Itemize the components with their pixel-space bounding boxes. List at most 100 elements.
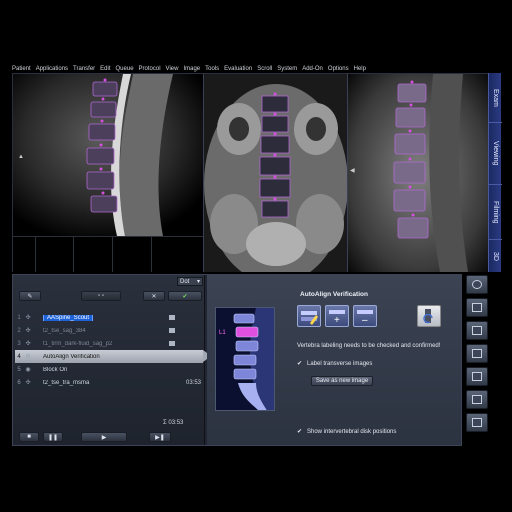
status-icon — [169, 328, 175, 333]
panel-title: AutoAlign Verification — [300, 291, 368, 298]
menu-item-queue[interactable]: Queue — [116, 66, 134, 72]
protocol-step[interactable]: 5 ◉ Block On — [15, 363, 203, 376]
total-time: Σ 03:53 — [163, 420, 184, 426]
skip-button[interactable]: ▶❚ — [149, 432, 171, 442]
copy-buttons[interactable]: ▫ ▫ — [81, 291, 121, 301]
block-icon: ◉ — [25, 367, 31, 373]
autoalign-icon: ⚙ — [25, 354, 31, 360]
add-vertebra-tool[interactable]: + — [325, 305, 349, 327]
scan-icon: ✣ — [25, 341, 31, 347]
pencil-icon: ✎ — [27, 293, 33, 300]
menu-item-protocol[interactable]: Protocol — [139, 66, 161, 72]
step-label: AutoAlign Verification — [43, 353, 100, 360]
tab-exam[interactable]: Exam — [489, 73, 502, 123]
step-label: t2_tse_tra_msma — [43, 379, 90, 386]
autoalign-verification-panel: AutoAlign Verification L1 + – Vertebra l… — [207, 275, 461, 445]
pause-icon: ❚❚ — [47, 434, 59, 441]
chevron-down-icon: ▾ — [196, 279, 200, 285]
edit-label-tool[interactable] — [297, 305, 321, 327]
play-icon: ▶ — [101, 434, 107, 441]
tab-viewing[interactable]: Viewing — [489, 123, 502, 185]
step-number: 1 — [17, 314, 21, 321]
protocol-step[interactable]: 3 ✣ t1_tirm_dark-fluid_sag_p2 — [15, 337, 203, 350]
menu-item-scroll[interactable]: Scroll — [257, 66, 272, 72]
menu-item-add-on[interactable]: Add-On — [302, 66, 323, 72]
tab-filming[interactable]: Filming — [489, 185, 502, 240]
step-label: t1_tirm_dark-fluid_sag_p2 — [43, 340, 113, 347]
svg-text:◀: ◀ — [350, 168, 355, 174]
step-number: 2 — [17, 327, 21, 334]
label-transverse-checkbox[interactable]: ✔ — [297, 361, 303, 367]
scan-icon: ✣ — [25, 380, 31, 386]
menu-item-applications[interactable]: Applications — [36, 66, 68, 72]
checkmark-icon: ✔ — [182, 293, 188, 300]
menu-item-options[interactable]: Options — [328, 66, 349, 72]
step-label: AASpine_Scout — [43, 314, 169, 321]
image-viewer-area: ▲ ◀ — [12, 73, 489, 272]
minus-icon: – — [362, 315, 368, 326]
viewport-sagittal-t1[interactable]: ◀ — [348, 74, 489, 272]
patient-browser-icon[interactable] — [466, 275, 488, 294]
program-queue-panel: Dot ▾ ✎ ▫ ▫ ✕ ✔ 1 ✣ AASpine_Scout 2 ✣ t2_tse_s… — [13, 275, 211, 445]
graphics-icon[interactable] — [466, 344, 488, 363]
undo-tool[interactable] — [417, 305, 441, 327]
copy-icon: ▫ ▫ — [98, 293, 104, 299]
step-number: 5 — [17, 366, 21, 373]
layout-icon[interactable] — [466, 390, 488, 409]
task-card-tabs: Exam Viewing Filming 3D — [488, 73, 502, 272]
step-label: t2_tse_sag_384 — [43, 327, 86, 334]
protocol-step[interactable]: 4 ⚙ AutoAlign Verification — [15, 350, 211, 363]
protocol-step[interactable]: 1 ✣ AASpine_Scout — [15, 311, 203, 324]
l1-label: L1 — [219, 330, 226, 336]
scan-icon: ✣ — [25, 328, 31, 334]
protocol-step[interactable]: 6 ✣ t2_tse_tra_msma 03:53 — [15, 376, 203, 389]
filming-icon[interactable] — [466, 321, 488, 340]
step-number: 3 — [17, 340, 21, 347]
remove-vertebra-tool[interactable]: – — [353, 305, 377, 327]
step-label: Block On — [43, 366, 68, 373]
save-as-new-image-button[interactable]: Save as new image — [311, 376, 373, 386]
menu-item-system[interactable]: System — [277, 66, 297, 72]
skip-icon: ▶❚ — [155, 434, 165, 441]
plus-icon: + — [334, 315, 340, 326]
svg-text:▲: ▲ — [18, 154, 24, 160]
label-transverse-text: Label transverse images — [307, 361, 373, 367]
menu-item-image[interactable]: Image — [183, 66, 200, 72]
dot-mode-select[interactable]: Dot ▾ — [177, 277, 203, 286]
menu-bar: Patient Applications Transfer Edit Queue Prot… — [12, 64, 500, 73]
step-number: 4 — [17, 353, 21, 360]
menu-item-transfer[interactable]: Transfer — [73, 66, 95, 72]
menu-item-help[interactable]: Help — [354, 66, 366, 72]
pause-button[interactable]: ❚❚ — [43, 432, 63, 442]
step-time: 03:53 — [185, 379, 201, 386]
exam-control-panel: Dot ▾ ✎ ▫ ▫ ✕ ✔ 1 ✣ AASpine_Scout 2 ✣ t2_tse_s… — [12, 274, 462, 446]
tab-3d[interactable]: 3D — [489, 240, 502, 272]
delete-button[interactable]: ✕ — [143, 291, 165, 301]
viewer-icon[interactable] — [466, 298, 488, 317]
evaluation-icon[interactable] — [466, 367, 488, 386]
step-number: 6 — [17, 379, 21, 386]
continue-button[interactable]: ▶ — [81, 432, 127, 442]
status-icon — [169, 315, 175, 320]
menu-item-evaluation[interactable]: Evaluation — [224, 66, 252, 72]
stop-button[interactable]: ■ — [19, 432, 39, 442]
menu-item-patient[interactable]: Patient — [12, 66, 31, 72]
viewport-coronal[interactable] — [204, 74, 348, 272]
menu-item-view[interactable]: View — [166, 66, 179, 72]
spine-label-preview[interactable]: L1 — [215, 307, 275, 411]
stop-icon: ■ — [27, 434, 31, 440]
window-icon[interactable] — [466, 413, 488, 432]
viewport-sagittal-t2[interactable]: ▲ — [13, 74, 204, 272]
menu-item-tools[interactable]: Tools — [205, 66, 219, 72]
status-icon — [169, 341, 175, 346]
scan-transport-controls: ■ ❚❚ ▶ ▶❚ — [19, 432, 199, 442]
side-toolbar — [466, 275, 490, 440]
show-disks-checkbox[interactable]: ✔ — [297, 429, 303, 435]
confirm-button[interactable]: ✔ — [168, 291, 202, 301]
edit-button[interactable]: ✎ — [19, 291, 41, 301]
layout-grid — [13, 236, 203, 272]
menu-item-edit[interactable]: Edit — [100, 66, 110, 72]
verification-message: Vertebra labeling needs to be checked an… — [297, 343, 441, 349]
protocol-step-list: 1 ✣ AASpine_Scout 2 ✣ t2_tse_sag_384 3 ✣ t1_tirm… — [15, 311, 211, 389]
protocol-step[interactable]: 2 ✣ t2_tse_sag_384 — [15, 324, 203, 337]
